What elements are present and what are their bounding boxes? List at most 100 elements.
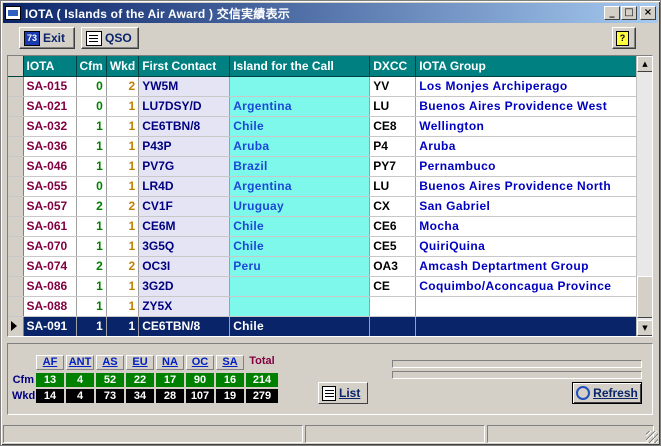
cfm-cell[interactable]: 0 (76, 96, 107, 117)
maximize-button[interactable]: □ (621, 6, 637, 20)
table-row[interactable]: SA-021 0 1 LU7DSY/D Argentina LU Buenos Aires … (8, 96, 644, 117)
first-contact-cell[interactable]: LU7DSY/D (138, 96, 231, 117)
column-header[interactable]: DXCC (369, 56, 417, 77)
iota-group-cell[interactable]: San Gabriel (415, 196, 644, 217)
dxcc-cell[interactable]: YV (369, 76, 417, 97)
iota-cell[interactable]: SA-021 (23, 96, 77, 117)
column-header[interactable]: Island for the Call (229, 56, 371, 77)
dxcc-cell[interactable]: CE6 (369, 216, 417, 237)
dxcc-cell[interactable]: P4 (369, 136, 417, 157)
iota-cell[interactable]: SA-057 (23, 196, 77, 217)
table-row[interactable]: SA-086 1 1 3G2D CE Coquimbo/Aconcagua Provinc… (8, 276, 644, 297)
row-indicator[interactable] (8, 76, 24, 97)
cfm-cell[interactable]: 1 (76, 316, 107, 336)
wkd-cell[interactable]: 1 (106, 156, 140, 177)
island-cell[interactable]: Argentina (229, 96, 371, 117)
first-contact-cell[interactable]: 3G2D (138, 276, 231, 297)
cfm-cell[interactable]: 1 (76, 216, 107, 237)
iota-group-cell[interactable]: Aruba (415, 136, 644, 157)
iota-grid[interactable]: IOTA Cfm Wkd First Contact Island for th… (7, 55, 653, 337)
column-header[interactable]: Wkd (106, 56, 140, 77)
stats-continent-link[interactable]: AF (36, 354, 64, 370)
wkd-cell[interactable]: 1 (106, 116, 140, 137)
wkd-cell[interactable]: 1 (106, 176, 140, 197)
first-contact-cell[interactable]: CE6TBN/8 (138, 116, 231, 137)
column-header[interactable]: First Contact (138, 56, 231, 77)
scroll-up-icon[interactable]: ▲ (637, 56, 652, 72)
cfm-cell[interactable]: 1 (76, 116, 107, 137)
table-row[interactable]: SA-015 0 2 YW5M YV Los Monjes Archiperago (8, 76, 644, 97)
iota-group-cell[interactable]: Buenos Aires Providence North (415, 176, 644, 197)
dxcc-cell[interactable]: CE8 (369, 116, 417, 137)
cfm-cell[interactable]: 0 (76, 76, 107, 97)
first-contact-cell[interactable]: OC3I (138, 256, 231, 277)
table-row[interactable]: SA-057 2 2 CV1F Uruguay CX San Gabriel (8, 196, 644, 217)
table-row[interactable]: SA-091 1 1 CE6TBN/8 Chile (8, 316, 644, 336)
row-indicator[interactable] (8, 316, 24, 336)
island-cell[interactable] (229, 76, 371, 97)
dxcc-cell[interactable]: CE (369, 276, 417, 297)
dxcc-cell[interactable]: PY7 (369, 156, 417, 177)
iota-cell[interactable]: SA-055 (23, 176, 77, 197)
table-row[interactable]: SA-070 1 1 3G5Q Chile CE5 QuiriQuina (8, 236, 644, 257)
iota-cell[interactable]: SA-088 (23, 296, 77, 317)
row-indicator[interactable] (8, 216, 24, 237)
minimize-button[interactable]: _ (604, 6, 620, 20)
first-contact-cell[interactable]: P43P (138, 136, 231, 157)
island-cell[interactable] (229, 276, 371, 297)
first-contact-cell[interactable]: LR4D (138, 176, 231, 197)
vertical-scrollbar[interactable]: ▲ ▼ (636, 56, 652, 336)
cfm-cell[interactable]: 1 (76, 156, 107, 177)
iota-cell[interactable]: SA-091 (23, 316, 77, 336)
iota-group-cell[interactable]: Coquimbo/Aconcagua Province (415, 276, 644, 297)
iota-group-cell[interactable]: Pernambuco (415, 156, 644, 177)
iota-group-cell[interactable] (415, 316, 644, 336)
island-cell[interactable]: Aruba (229, 136, 371, 157)
dxcc-cell[interactable]: CX (369, 196, 417, 217)
table-row[interactable]: SA-061 1 1 CE6M Chile CE6 Mocha (8, 216, 644, 237)
island-cell[interactable]: Argentina (229, 176, 371, 197)
wkd-cell[interactable]: 1 (106, 96, 140, 117)
island-cell[interactable]: Chile (229, 236, 371, 257)
wkd-cell[interactable]: 2 (106, 76, 140, 97)
table-row[interactable]: SA-046 1 1 PV7G Brazil PY7 Pernambuco (8, 156, 644, 177)
wkd-cell[interactable]: 1 (106, 296, 140, 317)
iota-cell[interactable]: SA-070 (23, 236, 77, 257)
list-button[interactable]: List (318, 382, 368, 404)
first-contact-cell[interactable]: 3G5Q (138, 236, 231, 257)
cfm-cell[interactable]: 1 (76, 276, 107, 297)
iota-cell[interactable]: SA-036 (23, 136, 77, 157)
wkd-cell[interactable]: 2 (106, 196, 140, 217)
wkd-cell[interactable]: 1 (106, 316, 140, 336)
iota-group-cell[interactable]: Wellington (415, 116, 644, 137)
dxcc-cell[interactable]: OA3 (369, 256, 417, 277)
row-indicator[interactable] (8, 116, 24, 137)
island-cell[interactable]: Uruguay (229, 196, 371, 217)
stats-continent-link[interactable]: AS (96, 354, 124, 370)
iota-cell[interactable]: SA-074 (23, 256, 77, 277)
iota-cell[interactable]: SA-015 (23, 76, 77, 97)
dxcc-cell[interactable] (369, 316, 417, 336)
island-cell[interactable]: Chile (229, 316, 371, 336)
wkd-cell[interactable]: 2 (106, 256, 140, 277)
cfm-cell[interactable]: 2 (76, 196, 107, 217)
stats-continent-link[interactable]: SA (216, 354, 244, 370)
wkd-cell[interactable]: 1 (106, 136, 140, 157)
row-indicator[interactable] (8, 236, 24, 257)
iota-cell[interactable]: SA-032 (23, 116, 77, 137)
row-indicator[interactable] (8, 196, 24, 217)
column-header[interactable]: IOTA Group (415, 56, 644, 77)
table-row[interactable]: SA-036 1 1 P43P Aruba P4 Aruba (8, 136, 644, 157)
stats-continent-link[interactable]: OC (186, 354, 214, 370)
scroll-thumb[interactable] (637, 276, 652, 318)
exit-button[interactable]: 73 Exit (19, 27, 75, 49)
stats-continent-link[interactable]: EU (126, 354, 154, 370)
dxcc-cell[interactable] (369, 296, 417, 317)
iota-cell[interactable]: SA-046 (23, 156, 77, 177)
dxcc-cell[interactable]: CE5 (369, 236, 417, 257)
iota-group-cell[interactable] (415, 296, 644, 317)
table-row[interactable]: SA-055 0 1 LR4D Argentina LU Buenos Aires Prov… (8, 176, 644, 197)
island-cell[interactable]: Chile (229, 216, 371, 237)
resize-grip-icon[interactable] (646, 431, 658, 443)
dxcc-cell[interactable]: LU (369, 176, 417, 197)
